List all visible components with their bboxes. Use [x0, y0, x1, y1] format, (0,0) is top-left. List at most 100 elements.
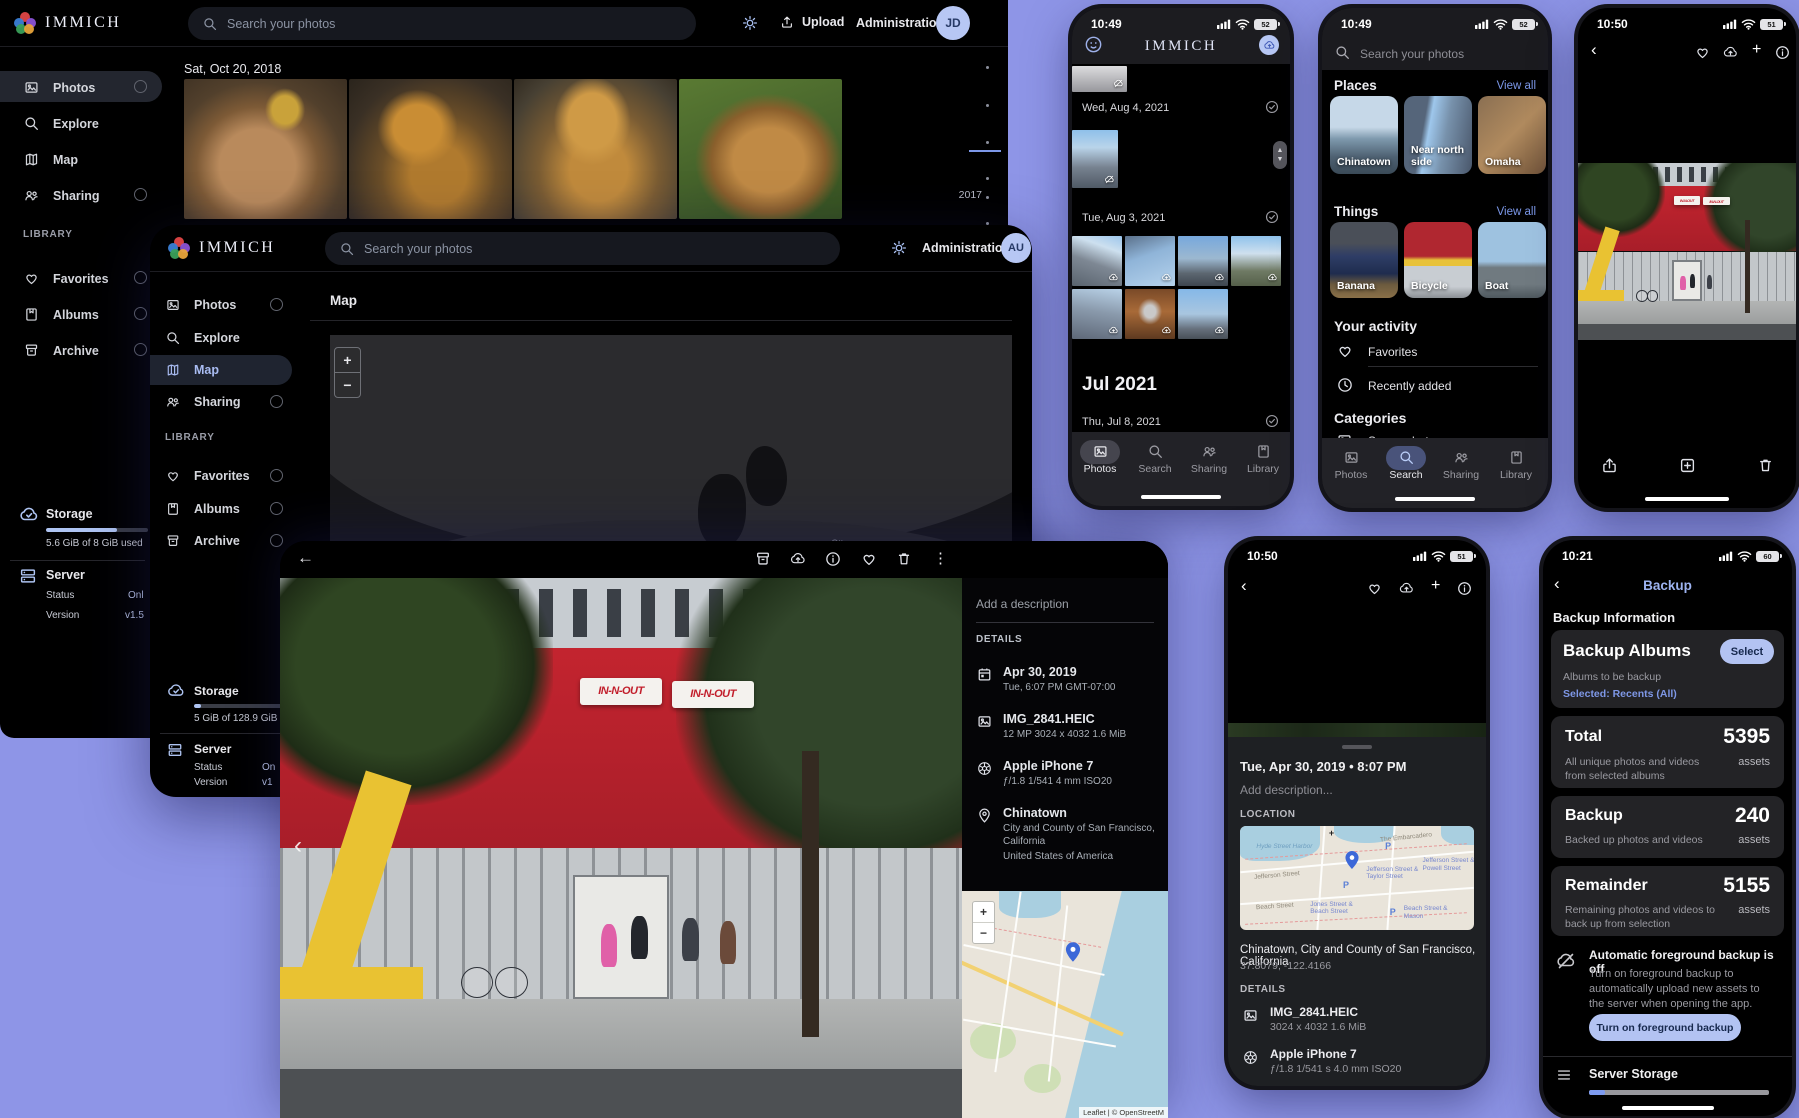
photo-thumbnail[interactable]	[1072, 236, 1122, 286]
cloud-upload-icon[interactable]	[789, 550, 807, 568]
info-icon[interactable]	[824, 550, 842, 568]
activity-favorites[interactable]: Favorites	[1368, 345, 1417, 359]
map-zoom-control[interactable]: + −	[972, 901, 995, 944]
back-chevron-icon[interactable]: ‹	[1241, 576, 1247, 596]
search-input[interactable]: Search your photos	[325, 232, 840, 265]
sidebar-item-sharing[interactable]: Sharing	[165, 394, 241, 410]
thing-card-bicycle[interactable]: Bicycle	[1404, 222, 1472, 298]
nav-tab-library[interactable]: Library	[1489, 449, 1543, 481]
place-card-near-north-side[interactable]: Near north side	[1404, 96, 1472, 174]
back-chevron-icon[interactable]: ‹	[1591, 40, 1597, 60]
nav-tab-library[interactable]: Library	[1236, 443, 1290, 475]
photo-thumbnail-mushroom[interactable]	[514, 79, 677, 219]
plus-icon[interactable]: +	[1431, 577, 1440, 595]
sidebar-item-archive[interactable]: Archive	[23, 342, 99, 359]
photo-viewer-image[interactable]: IN-N-OUT IN-N-OUT	[1578, 163, 1796, 340]
thing-card-boat[interactable]: Boat	[1478, 222, 1546, 298]
sidebar-item-explore[interactable]: Explore	[23, 115, 99, 132]
photo-thumbnail[interactable]	[1072, 289, 1122, 339]
nav-tab-sharing[interactable]: Sharing	[1434, 449, 1488, 481]
nav-tab-sharing[interactable]: Sharing	[1182, 443, 1236, 475]
cloud-upload-icon[interactable]	[1398, 580, 1415, 597]
sidebar-item-albums[interactable]: Albums	[23, 306, 99, 323]
places-view-all-link[interactable]: View all	[1497, 80, 1536, 92]
sidebar-item-albums[interactable]: Albums	[165, 501, 240, 517]
add-to-album-icon[interactable]	[1678, 456, 1697, 475]
nav-tab-photos[interactable]: Photos	[1073, 443, 1127, 475]
sidebar-item-map[interactable]: Map	[23, 151, 78, 168]
sidebar-item-favorites[interactable]: Favorites	[165, 468, 250, 484]
photo-thumbnail-basket[interactable]	[679, 79, 842, 219]
photo-thumbnail[interactable]	[1178, 289, 1228, 339]
cloud-upload-icon[interactable]	[1722, 44, 1739, 61]
description-input[interactable]: Add a description	[976, 597, 1069, 611]
share-icon[interactable]	[1600, 456, 1619, 475]
previous-photo-arrow[interactable]: ‹	[294, 832, 302, 860]
zoom-in-button[interactable]: +	[973, 902, 994, 922]
location-map[interactable]: + − Leaflet | © OpenStreetM	[962, 891, 1168, 1118]
user-avatar[interactable]: AU	[1001, 233, 1031, 263]
user-avatar[interactable]	[1259, 35, 1279, 55]
heart-icon[interactable]	[860, 550, 878, 568]
nav-tab-search[interactable]: Search	[1128, 443, 1182, 475]
location-map[interactable]: Hyde Street Harbor The Embarcadero Jeffe…	[1240, 826, 1474, 930]
photo-thumbnail-mushroom[interactable]	[184, 79, 347, 219]
zoom-out-button[interactable]: −	[335, 372, 360, 397]
sidebar-item-sharing[interactable]: Sharing	[23, 187, 100, 204]
scrollbar-thumb[interactable]: ▲▼	[1273, 141, 1287, 169]
zoom-in-button[interactable]: +	[335, 348, 360, 372]
plus-icon[interactable]: +	[1752, 41, 1761, 59]
theme-toggle-sun-icon[interactable]	[741, 14, 759, 32]
zoom-out-button[interactable]: −	[973, 922, 994, 943]
upload-button[interactable]: Upload	[779, 14, 844, 30]
map-zoom-control[interactable]: + −	[334, 347, 361, 398]
thing-card-banana[interactable]: Banana	[1330, 222, 1398, 298]
administration-link[interactable]: Administration	[922, 241, 1010, 255]
photo-edge-sliver[interactable]	[1228, 723, 1486, 737]
search-input[interactable]: Search your photos	[188, 7, 696, 40]
sheet-drag-handle[interactable]	[1342, 745, 1372, 749]
sidebar-item-photos[interactable]: Photos	[165, 297, 236, 313]
place-card-chinatown[interactable]: Chinatown	[1330, 96, 1398, 174]
select-check-icon[interactable]	[1264, 209, 1280, 225]
info-icon[interactable]	[1456, 580, 1473, 597]
administration-link[interactable]: Administration	[856, 16, 944, 30]
sidebar-item-map-selected[interactable]: Map	[165, 362, 219, 378]
select-check-icon[interactable]	[1264, 99, 1280, 115]
photo-thumbnail[interactable]	[1125, 236, 1175, 286]
heart-icon[interactable]	[1366, 580, 1383, 597]
user-avatar[interactable]: JD	[936, 6, 970, 40]
photo-thumbnail[interactable]	[1125, 289, 1175, 339]
photo-thumbnail[interactable]	[1072, 66, 1127, 92]
sidebar-item-favorites[interactable]: Favorites	[23, 270, 109, 287]
trash-icon[interactable]	[895, 550, 913, 568]
photo-thumbnail-mushroom[interactable]	[349, 79, 512, 219]
map-attribution[interactable]: Leaflet | © OpenStreetM	[1079, 1107, 1168, 1118]
photo-viewer-image[interactable]: IN-N-OUT IN-N-OUT ‹	[280, 578, 962, 1118]
immich-logo[interactable]: IMMICH	[14, 12, 121, 34]
nav-tab-photos[interactable]: Photos	[1324, 449, 1378, 481]
immich-logo[interactable]: IMMICH	[168, 237, 275, 259]
description-input[interactable]: Add description...	[1240, 783, 1333, 797]
info-icon[interactable]	[1774, 44, 1791, 61]
select-check-icon[interactable]	[1264, 413, 1280, 429]
sidebar-item-archive[interactable]: Archive	[165, 533, 240, 549]
theme-toggle-sun-icon[interactable]	[890, 239, 908, 257]
trash-icon[interactable]	[1756, 456, 1775, 475]
back-arrow-icon[interactable]: ←	[297, 548, 314, 568]
archive-icon[interactable]	[754, 550, 772, 568]
nav-tab-search[interactable]: Search	[1379, 449, 1433, 481]
photo-thumbnail[interactable]	[1178, 236, 1228, 286]
photo-thumbnail[interactable]	[1231, 236, 1281, 286]
place-card-omaha[interactable]: Omaha	[1478, 96, 1546, 174]
activity-recently-added[interactable]: Recently added	[1368, 379, 1451, 393]
sidebar-item-explore[interactable]: Explore	[165, 330, 240, 346]
turn-on-foreground-backup-button[interactable]: Turn on foreground backup	[1589, 1014, 1741, 1041]
search-input[interactable]: Search your photos	[1360, 47, 1464, 61]
heart-icon[interactable]	[1694, 44, 1711, 61]
things-view-all-link[interactable]: View all	[1497, 206, 1536, 218]
more-menu-icon[interactable]: ⋮	[933, 549, 948, 567]
scrubber-position-marker[interactable]	[969, 150, 1001, 152]
select-button[interactable]: Select	[1720, 639, 1774, 664]
photo-thumbnail[interactable]	[1072, 130, 1118, 188]
